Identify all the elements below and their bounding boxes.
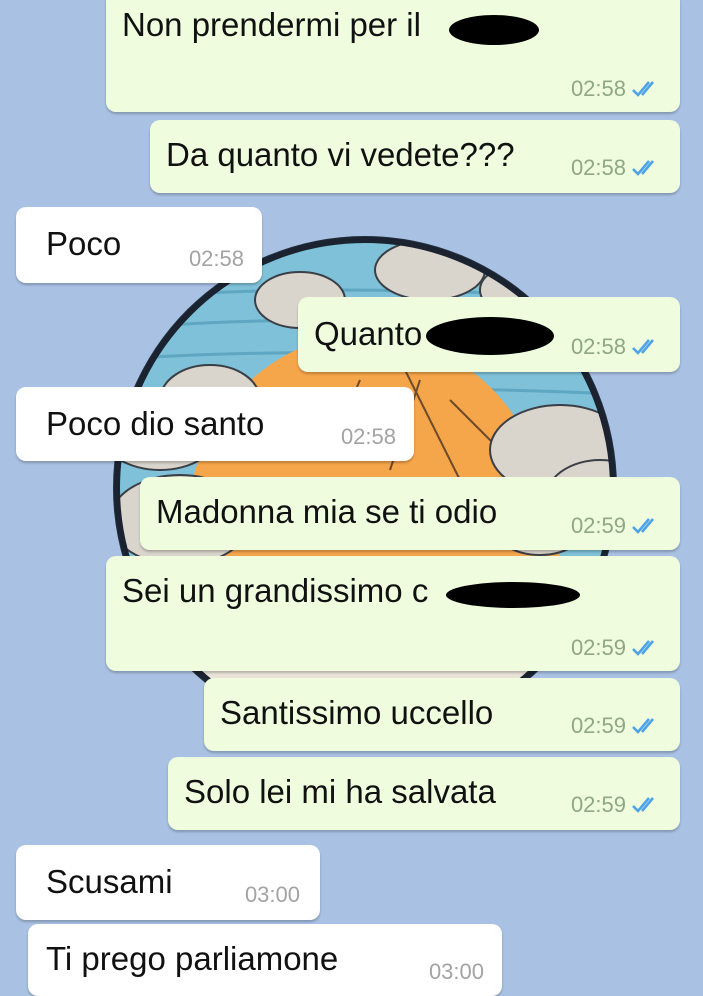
message-text: Non prendermi per il [122, 6, 421, 43]
message-bubble-outgoing[interactable]: Santissimo uccello 02:59 [204, 678, 680, 751]
message-text: Scusami [46, 863, 173, 900]
message-bubble-outgoing[interactable]: Non prendermi per il 02:58 [106, 0, 680, 112]
message-bubble-outgoing[interactable]: Quanto 02:58 [298, 297, 680, 372]
message-text: Da quanto vi vedete??? [166, 136, 515, 173]
message-text: Ti prego parliamone [46, 940, 339, 977]
message-text: Santissimo uccello [220, 694, 494, 731]
message-time: 02:58 [570, 334, 626, 359]
message-time: 03:00 [244, 882, 300, 907]
message-time: 02:59 [570, 513, 626, 538]
message-bubble-outgoing[interactable]: Solo lei mi ha salvata 02:59 [168, 757, 680, 830]
message-time: 03:00 [428, 959, 484, 984]
message-time: 02:58 [570, 76, 626, 101]
message-list[interactable]: Non prendermi per il 02:58 Da quanto vi … [0, 0, 703, 996]
redaction-mark [446, 582, 580, 608]
redaction-mark [449, 15, 539, 45]
read-double-check-icon [632, 797, 654, 813]
message-bubble-incoming[interactable]: Scusami 03:00 [16, 845, 320, 920]
message-time: 02:58 [570, 155, 626, 180]
redaction-mark [426, 317, 554, 355]
message-text: Sei un grandissimo c [122, 572, 429, 609]
message-bubble-outgoing[interactable]: Da quanto vi vedete??? 02:58 [150, 120, 680, 193]
message-text: Poco [46, 225, 122, 262]
message-bubble-incoming[interactable]: Poco dio santo 02:58 [16, 387, 414, 461]
message-text: Quanto [314, 315, 423, 352]
message-bubble-outgoing[interactable]: Sei un grandissimo c 02:59 [106, 556, 680, 671]
message-time: 02:58 [188, 246, 244, 271]
message-bubble-incoming[interactable]: Ti prego parliamone 03:00 [28, 924, 502, 996]
message-time: 02:59 [570, 792, 626, 817]
read-double-check-icon [632, 718, 654, 734]
message-text: Poco dio santo [46, 405, 265, 442]
read-double-check-icon [632, 81, 654, 97]
read-double-check-icon [632, 160, 654, 176]
message-bubble-incoming[interactable]: Poco 02:58 [16, 207, 262, 283]
message-text: Madonna mia se ti odio [156, 493, 498, 530]
read-double-check-icon [632, 640, 654, 656]
read-double-check-icon [632, 339, 654, 355]
message-time: 02:59 [570, 713, 626, 738]
message-text: Solo lei mi ha salvata [184, 773, 496, 810]
read-double-check-icon [632, 518, 654, 534]
message-bubble-outgoing[interactable]: Madonna mia se ti odio 02:59 [140, 477, 680, 550]
message-time: 02:58 [340, 424, 396, 449]
message-time: 02:59 [570, 635, 626, 660]
